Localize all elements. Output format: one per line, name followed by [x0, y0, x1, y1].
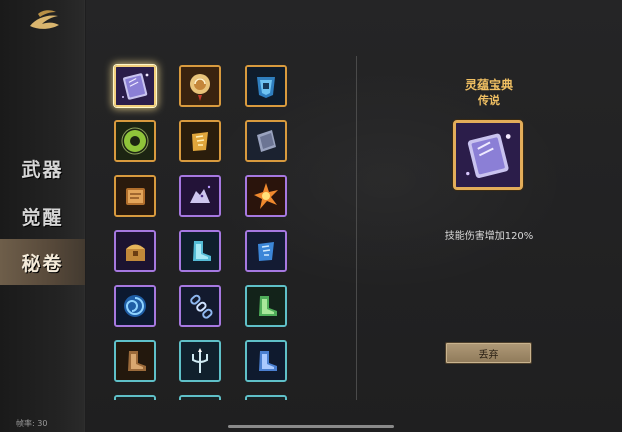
- item-rarity: 传说: [478, 94, 500, 107]
- grid-item-slot[interactable]: [179, 120, 221, 162]
- grid-item-slot[interactable]: [179, 395, 221, 400]
- grid-item-slot[interactable]: [179, 285, 221, 327]
- grid-item-slot[interactable]: [179, 340, 221, 382]
- panel-divider: [356, 56, 357, 400]
- main-panel: 灵蕴宝典 传说 技能伤害增加120% 丢弃: [86, 0, 622, 432]
- nav-weapons[interactable]: 武器: [0, 147, 85, 189]
- discard-button[interactable]: 丢弃: [445, 342, 532, 364]
- grid-item-slot[interactable]: [114, 65, 156, 107]
- dragon-crest-icon: [30, 10, 59, 29]
- detail-item-icon-frame: [453, 120, 523, 190]
- grid-item-slot[interactable]: [245, 120, 287, 162]
- grid-item-slot[interactable]: [245, 175, 287, 217]
- grid-item-slot[interactable]: [245, 230, 287, 272]
- home-indicator[interactable]: [228, 425, 394, 428]
- grid-item-slot[interactable]: [179, 65, 221, 107]
- grid-item-slot[interactable]: [179, 175, 221, 217]
- item-grid: [86, 0, 346, 400]
- grid-item-slot[interactable]: [245, 285, 287, 327]
- nav-awaken[interactable]: 觉醒: [0, 195, 85, 237]
- grid-item-slot[interactable]: [114, 395, 156, 400]
- nav-secret-scrolls[interactable]: 秘卷: [0, 239, 85, 285]
- item-name: 灵蕴宝典: [464, 78, 513, 92]
- grid-item-slot[interactable]: [114, 285, 156, 327]
- item-description: 技能伤害增加120%: [444, 231, 534, 242]
- grid-item-slot[interactable]: [114, 175, 156, 217]
- grid-item-slot[interactable]: [245, 340, 287, 382]
- purple-book-icon: [456, 123, 520, 187]
- sidebar: 武器 觉醒 秘卷 帧率: 30: [0, 0, 85, 432]
- grid-item-slot[interactable]: [179, 230, 221, 272]
- grid-item-slot[interactable]: [245, 65, 287, 107]
- item-detail: 灵蕴宝典 传说 技能伤害增加120% 丢弃: [386, 0, 622, 432]
- grid-item-slot[interactable]: [114, 230, 156, 272]
- grid-item-slot[interactable]: [245, 395, 287, 400]
- grid-item-slot[interactable]: [114, 120, 156, 162]
- fps-counter: 帧率: 30: [16, 419, 48, 428]
- grid-item-slot[interactable]: [114, 340, 156, 382]
